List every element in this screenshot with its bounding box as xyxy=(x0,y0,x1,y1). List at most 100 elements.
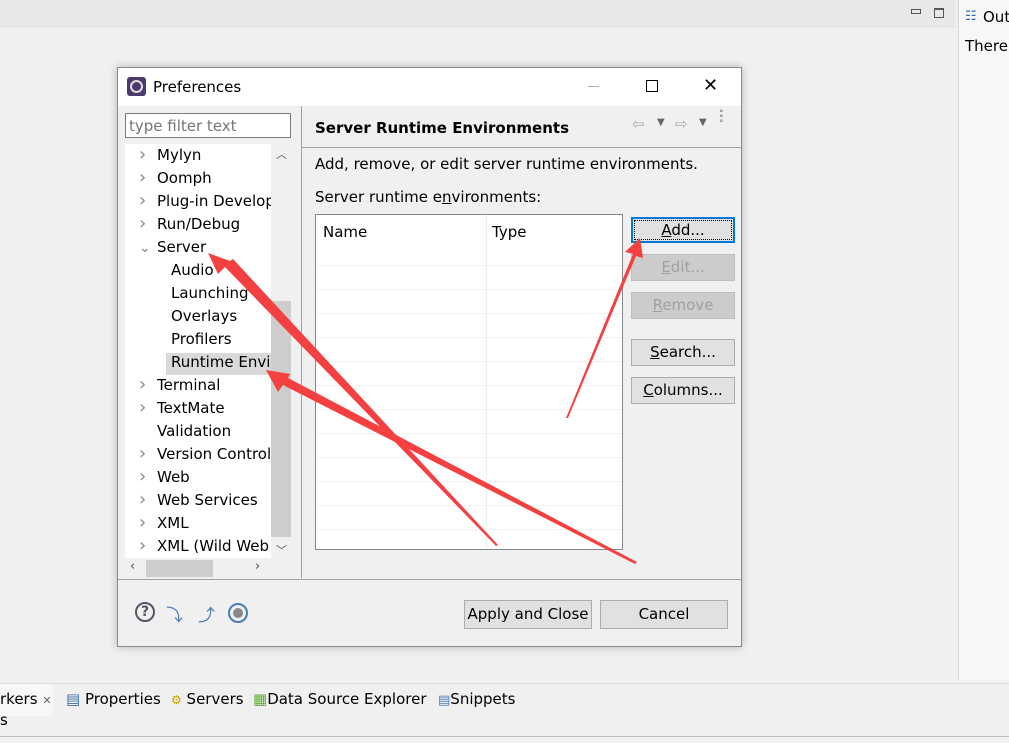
tab-markers[interactable]: rkers ✕ xyxy=(0,690,52,708)
chevron-right-icon[interactable]: › xyxy=(139,190,146,211)
chevron-right-icon[interactable]: › xyxy=(139,397,146,418)
preferences-dialog: Preferences ✕ › Mylyn › Oomph › Plug-in Devel… xyxy=(117,67,742,647)
properties-icon: ▤ xyxy=(66,690,81,708)
table-row xyxy=(316,289,622,290)
export-icon[interactable]: ⤴ xyxy=(198,601,215,626)
tree-item[interactable]: Terminal xyxy=(157,376,275,394)
tree-item[interactable]: Server xyxy=(157,238,275,256)
tree-item[interactable]: Web xyxy=(157,468,275,486)
tree-item[interactable]: Version Control ( xyxy=(157,445,275,463)
forward-dropdown-icon[interactable]: ▼ xyxy=(699,117,707,128)
servers-icon: ⚙ xyxy=(171,693,182,707)
page-title: Server Runtime Environments xyxy=(315,119,569,137)
tab-servers[interactable]: ⚙ Servers xyxy=(171,690,244,708)
tree-item[interactable]: TextMate xyxy=(157,399,275,417)
maximize-icon[interactable] xyxy=(646,80,658,92)
runtime-table[interactable]: Name Type xyxy=(315,214,623,550)
table-row xyxy=(316,313,622,314)
table-row xyxy=(316,265,622,266)
page-description: Add, remove, or edit server runtime envi… xyxy=(315,155,698,173)
close-icon[interactable]: ✕ xyxy=(703,75,718,96)
dialog-title: Preferences xyxy=(153,78,242,96)
scroll-down-icon[interactable]: ﹀ xyxy=(276,542,287,558)
import-icon[interactable]: ⤵ xyxy=(166,601,183,626)
eclipse-icon xyxy=(127,77,146,96)
bottom-subtext: s xyxy=(0,711,8,729)
chevron-down-icon[interactable]: ⌄ xyxy=(139,240,151,256)
outline-text: There xyxy=(965,37,1008,55)
data-source-icon: ▦ xyxy=(253,690,268,708)
cancel-button[interactable]: Cancel xyxy=(600,600,728,629)
tree-item[interactable]: XML (Wild Web I xyxy=(157,537,275,555)
view-menu-icon[interactable]: ° ° ° xyxy=(719,110,725,129)
add-button[interactable]: Add... xyxy=(631,217,735,243)
scroll-thumb[interactable] xyxy=(271,301,291,537)
table-label: Server runtime environments: xyxy=(315,188,542,206)
table-row xyxy=(316,433,622,434)
preference-tree: › Mylyn › Oomph › Plug-in Developr › Run/Debug ⌄… xyxy=(125,144,291,578)
outline-icon: ☷ xyxy=(965,9,977,24)
hscroll-thumb[interactable] xyxy=(146,560,213,577)
record-icon[interactable] xyxy=(228,603,248,623)
tree-item[interactable]: Web Services xyxy=(157,491,275,509)
snippets-icon: ▤ xyxy=(438,693,451,708)
scroll-right-icon[interactable]: › xyxy=(255,559,260,574)
chevron-right-icon[interactable]: › xyxy=(139,489,146,510)
chevron-right-icon[interactable]: › xyxy=(139,213,146,234)
tree-item[interactable]: Runtime Envir xyxy=(171,353,271,371)
chevron-right-icon[interactable]: › xyxy=(139,535,146,556)
chevron-right-icon[interactable]: › xyxy=(139,144,146,165)
chevron-right-icon[interactable]: › xyxy=(139,512,146,533)
maximize-icon[interactable] xyxy=(934,8,944,18)
help-icon[interactable]: ? xyxy=(135,602,155,622)
table-row xyxy=(316,505,622,506)
chevron-right-icon[interactable]: › xyxy=(139,167,146,188)
tree-item[interactable]: XML xyxy=(157,514,275,532)
outline-view: ☷ Out There xyxy=(958,0,1009,680)
close-icon[interactable]: ✕ xyxy=(42,694,51,707)
tree-item[interactable]: Audio xyxy=(171,261,271,279)
edit-button[interactable]: Edit... xyxy=(631,254,735,281)
table-row xyxy=(316,457,622,458)
forward-icon[interactable]: ⇨ xyxy=(675,115,688,133)
column-header-name[interactable]: Name xyxy=(323,223,367,241)
tree-item[interactable]: Mylyn xyxy=(157,146,275,164)
chevron-right-icon[interactable]: › xyxy=(139,374,146,395)
remove-button[interactable]: Remove xyxy=(631,292,735,319)
tree-item[interactable]: Overlays xyxy=(171,307,271,325)
columns-button[interactable]: Columns... xyxy=(631,377,735,404)
search-button[interactable]: Search... xyxy=(631,339,735,366)
chevron-right-icon[interactable]: › xyxy=(139,443,146,464)
tree-hscrollbar[interactable]: ‹ › xyxy=(125,558,291,578)
tree-item[interactable]: Validation xyxy=(157,422,275,440)
table-row xyxy=(316,385,622,386)
table-row xyxy=(316,361,622,362)
chevron-right-icon[interactable]: › xyxy=(139,466,146,487)
back-icon[interactable]: ⇦ xyxy=(632,115,645,133)
page-header: Server Runtime Environments ⇦ ▼ ⇨ ▼ ° ° ° xyxy=(302,106,741,148)
scroll-left-icon[interactable]: ‹ xyxy=(130,559,135,574)
tree-item[interactable]: Profilers xyxy=(171,330,271,348)
table-row xyxy=(316,529,622,530)
tab-snippets[interactable]: ▤Snippets xyxy=(438,690,515,708)
table-row xyxy=(316,337,622,338)
tree-item[interactable]: Run/Debug xyxy=(157,215,275,233)
tab-properties[interactable]: ▤ Properties xyxy=(66,690,161,708)
filter-input[interactable] xyxy=(125,113,291,138)
scroll-up-icon[interactable]: ︿ xyxy=(276,146,287,162)
minimize-icon[interactable] xyxy=(588,86,599,87)
editor-tabbar xyxy=(0,0,955,27)
column-header-type[interactable]: Type xyxy=(492,223,526,241)
minimize-icon[interactable] xyxy=(911,9,921,14)
tree-item[interactable]: Plug-in Developr xyxy=(157,192,275,210)
tree-item[interactable]: Oomph xyxy=(157,169,275,187)
back-dropdown-icon[interactable]: ▼ xyxy=(657,117,665,128)
table-row xyxy=(316,409,622,410)
tab-data-source-explorer[interactable]: ▦Data Source Explorer xyxy=(253,690,427,708)
tree-item[interactable]: Launching xyxy=(171,284,271,302)
outline-tab[interactable]: Out xyxy=(983,8,1009,26)
table-row xyxy=(316,481,622,482)
title-bar: Preferences ✕ xyxy=(118,68,741,106)
tree-vscrollbar[interactable]: ︿ ﹀ xyxy=(271,144,291,558)
apply-and-close-button[interactable]: Apply and Close xyxy=(464,600,592,629)
